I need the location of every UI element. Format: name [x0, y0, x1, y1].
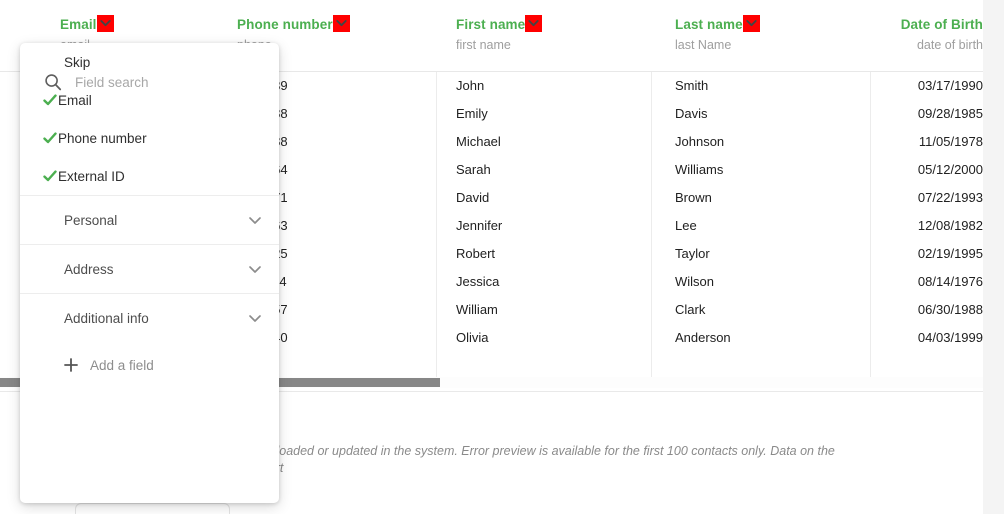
chevron-down-icon[interactable] — [247, 310, 263, 326]
dropdown-group-personal[interactable]: Personal — [20, 195, 279, 244]
column-header-title: Email — [60, 17, 97, 33]
dropdown-item-email[interactable]: Email — [20, 81, 279, 119]
table-cell: Taylor — [675, 246, 710, 261]
table-cell: Anderson — [675, 330, 731, 345]
table-cell: Williams — [675, 162, 724, 177]
table-cell: Lee — [675, 218, 697, 233]
column-header-source-label: last Name — [675, 38, 732, 52]
dropdown-group-label: Additional info — [64, 310, 149, 326]
table-cell: Michael — [456, 134, 501, 149]
table-cell: Emily — [456, 106, 488, 121]
chevron-down-icon[interactable] — [332, 15, 350, 33]
add-field-button[interactable]: Add a field — [20, 342, 279, 388]
check-icon — [43, 131, 57, 145]
table-cell: 04/03/1999 — [917, 330, 983, 345]
check-icon — [43, 93, 57, 107]
dropdown-item-label: Email — [58, 92, 92, 108]
column-header-first[interactable]: First name first name — [456, 15, 543, 52]
table-column-dob: 03/17/1990 09/28/1985 11/05/1978 05/12/2000… — [898, 72, 983, 377]
table-cell: 02/19/1995 — [917, 246, 983, 261]
chevron-down-icon[interactable] — [96, 15, 114, 33]
chevron-down-icon[interactable] — [525, 15, 543, 33]
table-cell: Johnson — [675, 134, 725, 149]
table-column-last: Smith Davis Johnson Williams Brown Lee Taylor W… — [675, 72, 871, 377]
table-cell: 09/28/1985 — [917, 106, 983, 121]
field-options-list: Skip Email Phone number External ID Personal… — [20, 43, 279, 388]
add-field-label: Add a field — [90, 357, 154, 373]
table-cell: Smith — [675, 78, 709, 93]
table-cell: Robert — [456, 246, 496, 261]
column-header-last[interactable]: Last name last Name — [675, 15, 760, 52]
app-root: EmailemailPhone numberphoneFirst namefir… — [0, 0, 1004, 514]
table-cell: Wilson — [675, 274, 715, 289]
bottom-action-button[interactable] — [75, 503, 230, 514]
dropdown-item-label: Skip — [64, 54, 91, 70]
table-cell: Jessica — [456, 274, 500, 289]
dropdown-item-phone-number[interactable]: Phone number — [20, 119, 279, 157]
column-header-title: Last name — [675, 17, 743, 33]
chevron-down-icon[interactable] — [247, 261, 263, 277]
table-cell: Davis — [675, 106, 708, 121]
table-cell: 05/12/2000 — [917, 162, 983, 177]
check-icon — [43, 169, 57, 183]
plus-icon — [64, 358, 78, 372]
table-cell: 12/08/1982 — [917, 218, 983, 233]
dropdown-item-label: External ID — [58, 168, 125, 184]
table-column-first: John Emily Michael Sarah David Jennifer Robert… — [456, 72, 652, 377]
chevron-down-icon[interactable] — [247, 212, 263, 228]
table-cell: David — [456, 190, 490, 205]
dropdown-group-additional-info[interactable]: Additional info — [20, 293, 279, 342]
dropdown-item-skip[interactable]: Skip — [20, 43, 279, 81]
column-header-source-label: date of birth — [916, 38, 983, 52]
table-cell: Olivia — [456, 330, 489, 345]
dropdown-group-address[interactable]: Address — [20, 244, 279, 293]
table-cell: 06/30/1988 — [917, 302, 983, 317]
table-cell: Brown — [675, 190, 712, 205]
table-cell: 07/22/1993 — [917, 190, 983, 205]
table-cell: 11/05/1978 — [918, 134, 983, 149]
column-header-dob[interactable]: Date of Birth date of birth — [901, 16, 983, 52]
table-cell: 08/14/1976 — [917, 274, 983, 289]
dropdown-item-external-id[interactable]: External ID — [20, 157, 279, 195]
field-mapping-dropdown: Skip Email Phone number External ID Personal… — [20, 43, 279, 503]
table-cell: Sarah — [456, 162, 491, 177]
column-header-title: Phone number — [237, 17, 333, 33]
table-cell: William — [456, 302, 498, 317]
dropdown-item-label: Phone number — [58, 130, 147, 146]
table-cell: Jennifer — [456, 218, 503, 233]
table-cell: Clark — [675, 302, 706, 317]
table-cell: 03/17/1990 — [917, 78, 983, 93]
column-header-source-label: first name — [456, 38, 511, 52]
chevron-down-icon[interactable] — [742, 15, 760, 33]
dropdown-group-label: Address — [64, 261, 114, 277]
column-header-title: Date of Birth — [900, 17, 983, 33]
dropdown-group-label: Personal — [64, 212, 118, 228]
column-header-title: First name — [456, 17, 526, 33]
table-cell: John — [456, 78, 485, 93]
